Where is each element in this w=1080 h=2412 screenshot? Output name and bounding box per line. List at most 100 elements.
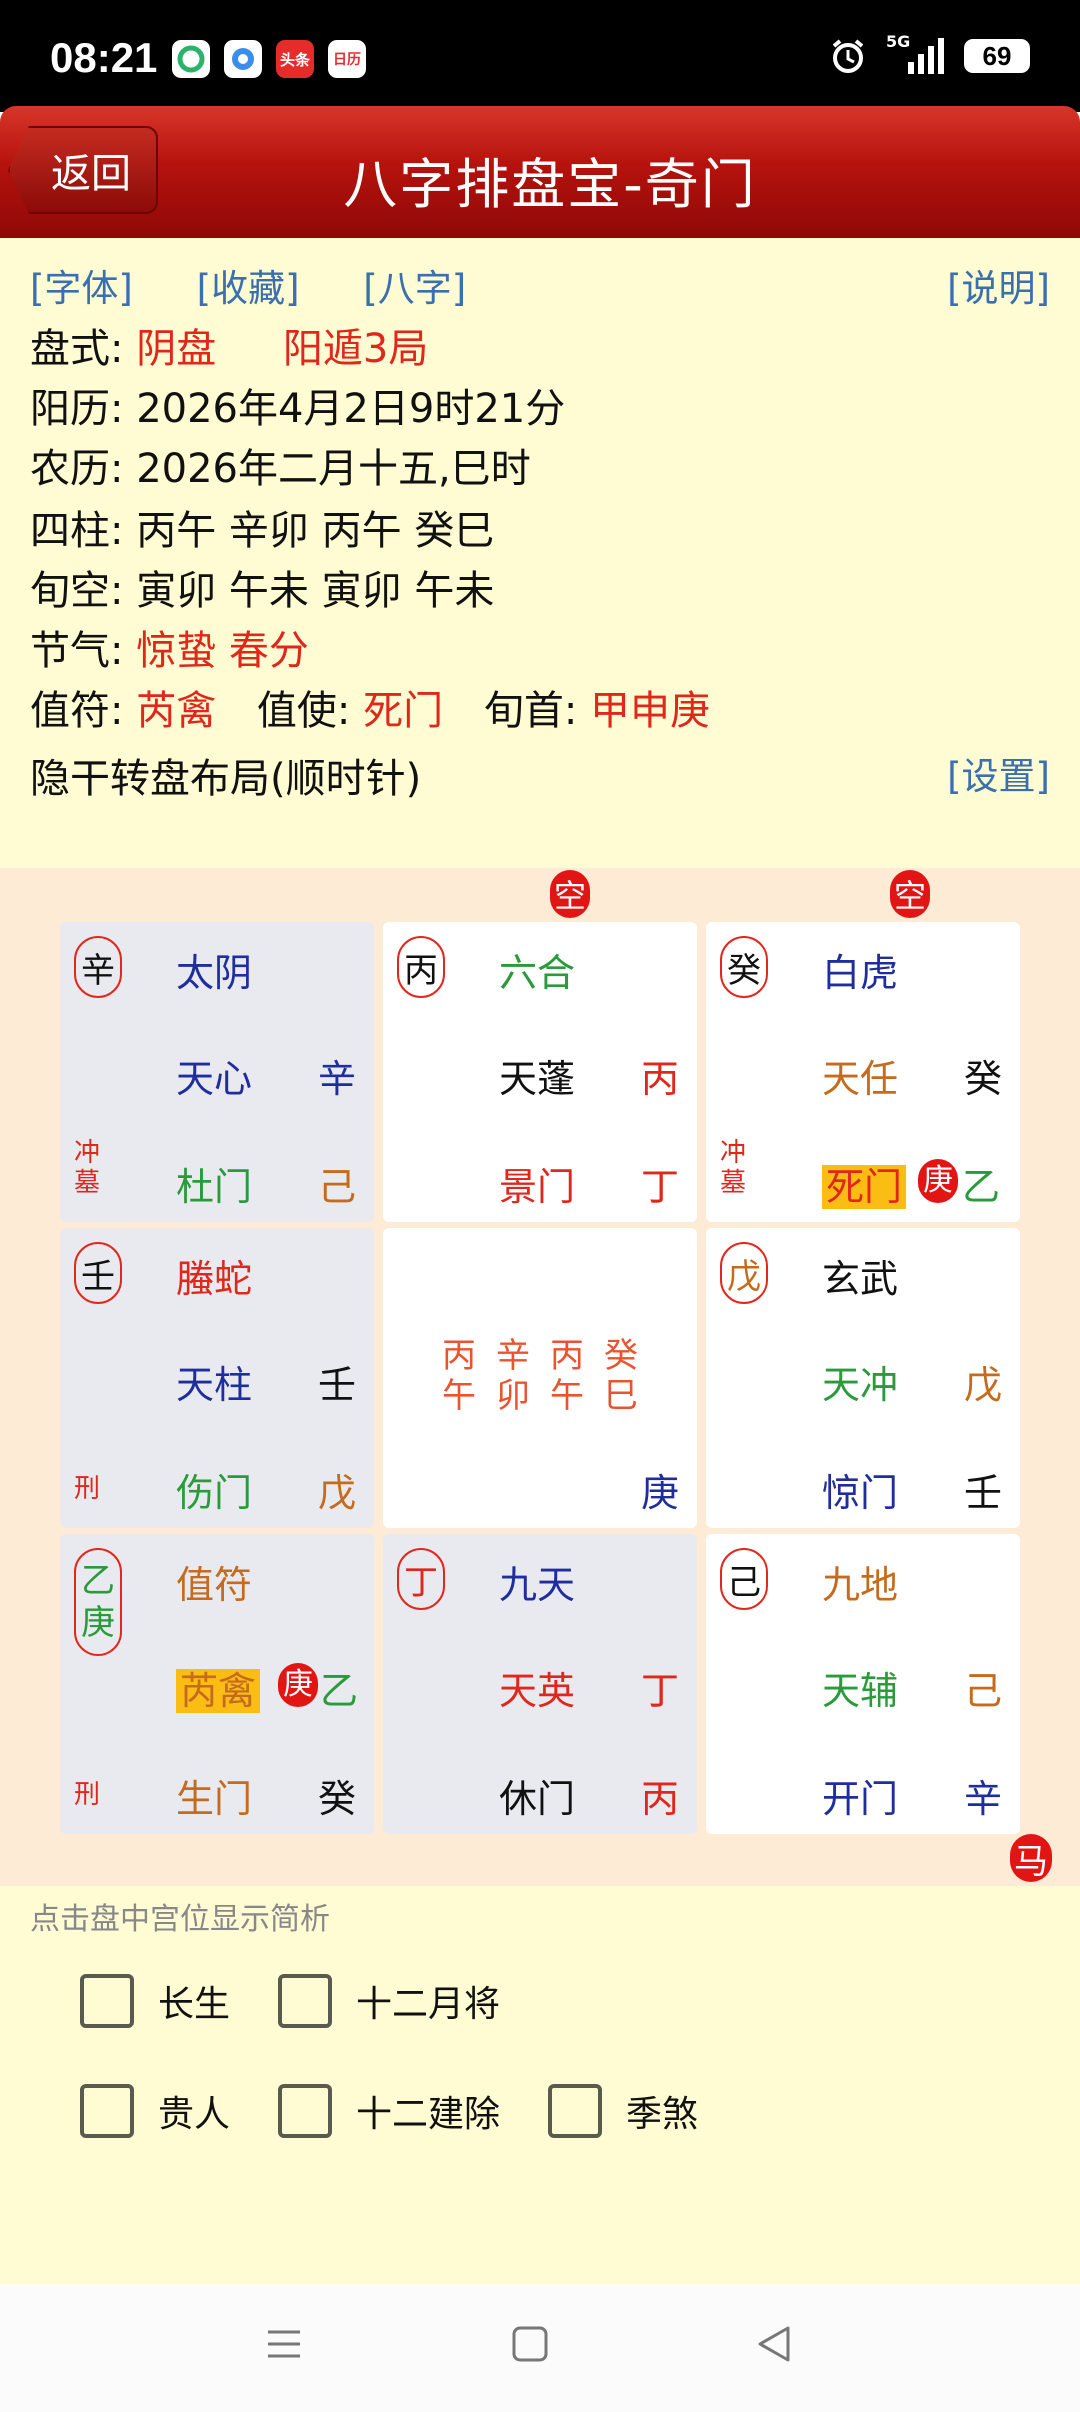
door-label: 景门 [499,1165,576,1209]
bazi-link[interactable]: [八字] [363,267,466,310]
checkbox[interactable] [548,2084,602,2138]
page-title: 八字排盘宝-奇门 [343,153,757,216]
star-label: 天任 [822,1057,899,1101]
pillar-year: 丙午 [439,1336,479,1416]
palace-ne[interactable]: 癸 白虎 天任 癸 冲 墓 死门 庚 乙 [706,922,1020,1222]
jieqi-row: 节气: 惊蛰 春分 [30,618,309,676]
star-stem: 戊 [964,1363,1003,1407]
pillar-branch: 午 [550,1376,584,1416]
checkbox[interactable] [278,2084,332,2138]
palace-stem-2: 庚 [81,1603,115,1643]
kong-badge: 空 [550,870,590,918]
star-label: 芮禽 [176,1660,261,1715]
option-jisha[interactable]: 季煞 [548,2084,698,2138]
palace-stem: 乙 庚 [74,1548,122,1656]
palace-center[interactable]: 丙午 辛卯 丙午 癸巳 庚 [383,1228,697,1528]
palace-stem: 壬 [74,1242,122,1304]
star-stem: 乙 [320,1669,359,1713]
pillar-hour: 癸巳 [601,1336,641,1416]
door-stem: 丙 [641,1777,680,1821]
top-links: [字体] [收藏] [八字] [30,258,518,312]
pillar-stem: 丙 [550,1336,584,1376]
chong-mark: 冲 [720,1138,747,1168]
xunshou-value: 甲申庚 [590,688,711,734]
back-nav-icon[interactable] [754,2324,794,2364]
palace-s[interactable]: 丁 九天 天英 丁 休门 丙 [383,1534,697,1834]
geng-badge: 庚 [278,1660,318,1707]
palace-stem: 戊 [720,1242,768,1304]
home-icon[interactable] [510,2324,550,2364]
status-app-icons: 头条 日历 [172,40,366,78]
god-label: 螣蛇 [176,1257,253,1301]
door-label: 死门 [822,1156,907,1211]
geng-dot: 庚 [918,1158,958,1203]
mu-mark: 墓 [720,1168,747,1198]
palace-nw[interactable]: 辛 太阴 天心 辛 冲 墓 杜门 己 [60,922,374,1222]
pillar-stem: 辛 [496,1336,530,1376]
zhishi-label: 值使: [256,688,351,734]
zhifu-highlight: 芮禽 [176,1669,261,1713]
star-label: 天柱 [176,1363,253,1407]
geng-dot: 庚 [278,1662,318,1707]
star-label: 天英 [499,1669,576,1713]
door-label: 惊门 [822,1471,899,1515]
god-label: 九天 [499,1563,576,1607]
alarm-icon [832,39,864,73]
option-yuejiang[interactable]: 十二月将 [278,1974,500,2028]
tap-hint: 点击盘中宫位显示简析 [30,1902,330,1937]
pillar-branch: 午 [442,1376,476,1416]
settings-link[interactable]: [设置] [947,746,1050,800]
door-label: 生门 [176,1777,253,1821]
menu-icon[interactable] [264,2324,304,2364]
chart-info-panel: [字体] [收藏] [八字] [说明] 盘式: 阴盘 阳遁3局 阳历: 2026… [0,238,1080,868]
zhifu-value: 芮禽 [136,688,217,734]
god-label: 白虎 [822,951,899,995]
checkbox[interactable] [278,1974,332,2028]
option-changsheng[interactable]: 长生 [80,1974,230,2028]
checkbox[interactable] [80,1974,134,2028]
pillar-day: 丙午 [547,1336,587,1416]
door-label: 伤门 [176,1471,253,1515]
status-time: 08:21 [50,34,158,81]
option-label: 贵人 [158,2094,231,2135]
font-link[interactable]: [字体] [30,267,133,310]
door-stem: 壬 [964,1471,1003,1515]
xunkong: 旬空: 寅卯 午未 寅卯 午未 [30,568,495,614]
pillar-stem: 丙 [442,1336,476,1376]
palace-sw[interactable]: 乙 庚 值符 芮禽 庚 乙 刑 生门 癸 [60,1534,374,1834]
display-options: 点击盘中宫位显示简析 长生 十二月将 贵人 十二建除 季煞 [0,1886,1080,2284]
palace-e[interactable]: 戊 玄武 天冲 戊 惊门 壬 [706,1228,1020,1528]
palace-w[interactable]: 壬 螣蛇 天柱 壬 刑 伤门 戊 [60,1228,374,1528]
checkbox[interactable] [80,2084,134,2138]
option-label: 十二建除 [356,2094,501,2135]
star-label: 天辅 [822,1669,899,1713]
door-stem: 己 [318,1165,357,1209]
layout-description: 隐干转盘布局(顺时针) [30,756,422,802]
calendar-app-icon: 日历 [328,40,366,78]
palace-stem: 辛 [74,936,122,998]
zhifu-row: 值符: 芮禽 值使: 死门 旬首: 甲申庚 [30,678,710,736]
palace-stem: 丙 [397,936,445,998]
battery-indicator: 69 [964,39,1030,73]
palace-se[interactable]: 己 九地 天辅 己 开门 辛 [706,1534,1020,1834]
star-stem: 癸 [964,1057,1003,1101]
star-stem: 己 [964,1669,1003,1713]
palace-n[interactable]: 丙 六合 天蓬 丙 景门 丁 [383,922,697,1222]
door-stem: 戊 [318,1471,357,1515]
toutiao-app-icon: 头条 [276,40,314,78]
god-label: 六合 [499,951,576,995]
option-guiren[interactable]: 贵人 [80,2084,230,2138]
four-pillars: 四柱: 丙午 辛卯 丙午 癸巳 [30,508,495,554]
pillar-branch: 巳 [604,1376,638,1416]
star-stem: 辛 [318,1057,357,1101]
star-label: 天冲 [822,1363,899,1407]
option-jianchu[interactable]: 十二建除 [278,2084,500,2138]
door-label: 杜门 [176,1165,253,1209]
jieqi-label: 节气: [30,628,124,674]
favorite-link[interactable]: [收藏] [197,267,300,310]
jieqi-value: 惊蛰 春分 [136,628,309,674]
palace-stem: 丁 [397,1548,445,1610]
xunshou-label: 旬首: [483,688,578,734]
explain-link[interactable]: [说明] [947,258,1050,312]
status-bar: 08:21 头条 日历 5G 69 [0,0,1080,112]
